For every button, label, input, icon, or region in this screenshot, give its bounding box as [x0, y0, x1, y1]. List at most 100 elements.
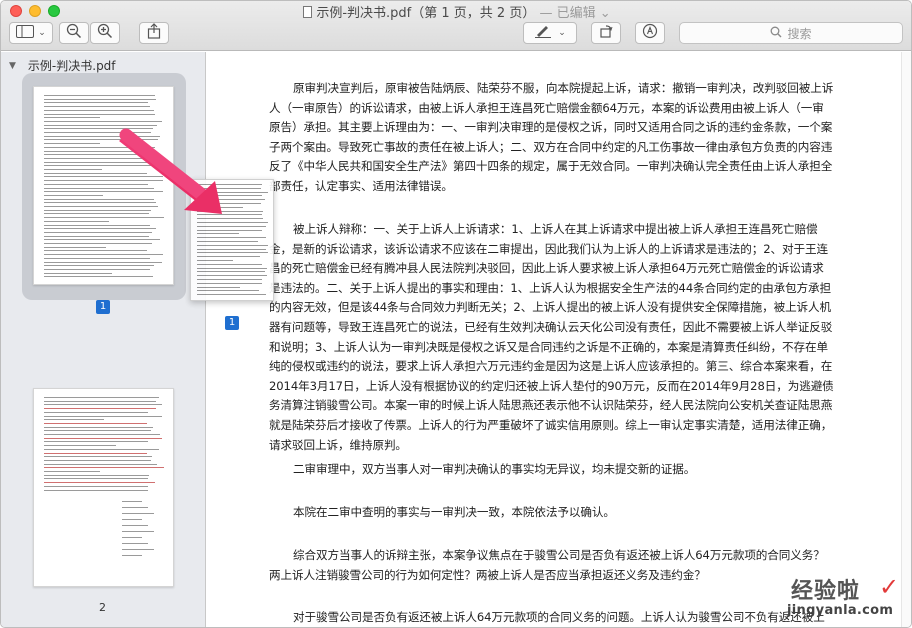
thumbnail-text-line: [44, 169, 103, 170]
thumbnail-text-line: [197, 282, 262, 284]
thumbnail-text-line: [44, 422, 147, 424]
search-placeholder: 搜索: [787, 26, 812, 41]
thumbnail-text-line: [44, 474, 149, 476]
thumbnail-text-line: [44, 161, 157, 163]
thumbnail-text-line: [44, 246, 107, 248]
thumbnail-text-line: [44, 239, 160, 241]
thumbnail-text-line: [122, 501, 142, 502]
page-thumbnail-2[interactable]: [33, 388, 174, 587]
thumbnail-text-line: [44, 109, 154, 111]
thumbnail-text-line: [44, 482, 155, 484]
thumbnail-text-line: [197, 279, 262, 280]
vertical-scrollbar[interactable]: [901, 52, 911, 627]
thumbnail-text-line: [44, 172, 147, 174]
thumbnail-text-line: [44, 198, 154, 200]
thumbnail-text-line: [44, 154, 159, 156]
thumbnail-sidebar: ▼ 示例-判决书.pdf 1 2: [1, 52, 206, 627]
thumbnail-text-line: [44, 98, 157, 100]
thumbnail-text-line: [197, 233, 239, 235]
thumbnail-text-line: [44, 434, 161, 435]
zoom-out-button[interactable]: [59, 22, 89, 44]
thumbnail-text-line: [44, 146, 155, 148]
sidebar-toggle-button[interactable]: ⌄: [9, 22, 53, 44]
watermark-check-icon: ✓: [879, 573, 900, 601]
thumbnail-text-line: [44, 106, 151, 108]
thumbnail-text-line: [44, 467, 164, 469]
thumbnail-text-line: [44, 408, 156, 410]
dragged-page-thumbnail[interactable]: [190, 179, 274, 301]
thumbnail-text-line: [197, 187, 261, 189]
thumbnail-text-line: [197, 218, 264, 220]
paragraph: 对于骏雪公司是否负有返还被上诉人64万元款项的合同义务的问题。上诉人认为骏雪公司…: [269, 608, 835, 627]
share-button[interactable]: [139, 22, 169, 44]
chevron-down-icon: ⌄: [558, 28, 566, 38]
thumbnail-text-line: [44, 243, 153, 244]
thumbnail-text-line: [44, 143, 100, 145]
thumbnail-text-line: [197, 222, 269, 223]
thumbnail-text-line: [44, 194, 103, 196]
thumbnail-text-line: [44, 441, 148, 443]
thumbnail-text-line: [44, 268, 151, 270]
thumbnail-text-line: [44, 261, 162, 263]
document-icon: [303, 6, 313, 18]
watermark-cn-text: 经验啦: [791, 579, 861, 604]
zoom-out-icon: [66, 23, 82, 43]
chevron-down-icon: ⌄: [38, 28, 46, 38]
preview-window: 示例-判决书.pdf（第 1 页，共 2 页） — 已编辑 ⌄ ⌄ ⌄ 搜索 ▼…: [0, 0, 912, 628]
search-icon: [770, 26, 787, 41]
thumbnail-text-line: [44, 176, 163, 178]
thumbnail-text-line: [122, 537, 142, 538]
paragraph: 综合双方当事人的诉辩主张，本案争议焦点在于骏雪公司是否负有返还被上诉人64万元款…: [269, 546, 835, 585]
thumbnail-text-line: [44, 117, 100, 119]
thumbnail-text-line: [197, 184, 262, 185]
thumbnail-text-line: [44, 228, 156, 230]
thumbnail-text-line: [44, 400, 157, 402]
dragged-page-number-badge: 1: [225, 316, 239, 330]
thumbnail-text-line: [197, 260, 233, 261]
search-field[interactable]: 搜索: [679, 22, 903, 44]
disclosure-triangle-icon[interactable]: ▼: [9, 61, 16, 71]
thumbnail-text-line: [44, 224, 151, 226]
thumbnail-text-line: [44, 135, 161, 137]
thumbnail-text-line: [44, 437, 162, 439]
annotate-icon: [642, 23, 658, 43]
thumbnail-text-line: [44, 411, 149, 413]
paragraph-text: 本院在二审中查明的事实与一审判决一致，本院依法予以确认。: [293, 505, 615, 519]
thumbnail-text-line: [44, 404, 162, 406]
thumbnail-text-line: [44, 463, 157, 465]
thumbnail-text-line: [197, 195, 263, 197]
share-icon: [147, 23, 161, 43]
zoom-in-button[interactable]: [90, 22, 120, 44]
document-view[interactable]: 原审判决宣判后，原审被告陆炳辰、陆荣芬不服，向本院提起上诉，请求：撤销一审判决，…: [207, 52, 901, 627]
thumbnail-text-line: [44, 206, 159, 207]
thumbnail-text-line: [122, 525, 148, 526]
thumbnail-text-line: [197, 290, 260, 292]
thumbnail-text-line: [122, 555, 142, 556]
thumbnail-text-line: [44, 220, 109, 222]
thumbnail-text-line: [44, 257, 151, 259]
thumbnail-text-line: [44, 478, 148, 480]
thumbnail-text-line: [44, 250, 148, 252]
thumbnail-text-line: [197, 244, 268, 246]
rotate-button[interactable]: [591, 22, 621, 44]
title-file-name: 示例-判决书.pdf: [316, 6, 412, 21]
page-thumbnail-1[interactable]: [33, 86, 174, 285]
sidebar-file-header[interactable]: ▼ 示例-判决书.pdf: [9, 57, 116, 74]
thumbnail-text-line: [44, 415, 162, 417]
thumbnail-text-line: [44, 132, 152, 133]
thumbnail-text-line: [197, 275, 267, 277]
thumbnail-text-line: [122, 519, 142, 520]
thumbnail-text-line: [197, 203, 261, 204]
title-edited-status[interactable]: — 已编辑 ⌄: [539, 6, 610, 21]
paragraph-text: 综合双方当事人的诉辩主张，本案争议焦点在于骏雪公司是否负有返还被上诉人64万元款…: [269, 548, 825, 582]
thumbnail-text-line: [122, 531, 154, 532]
thumbnail-text-line: [44, 459, 152, 461]
thumbnail-text-line: [44, 397, 160, 398]
thumbnail-text-line: [197, 237, 266, 239]
annotate-button[interactable]: [635, 22, 665, 44]
thumbnail-text-line: [44, 102, 149, 104]
thumbnail-text-line: [197, 286, 240, 288]
markup-button[interactable]: ⌄: [523, 22, 577, 44]
thumbnail-text-line: [44, 113, 156, 115]
thumbnail-text-line: [44, 485, 148, 487]
